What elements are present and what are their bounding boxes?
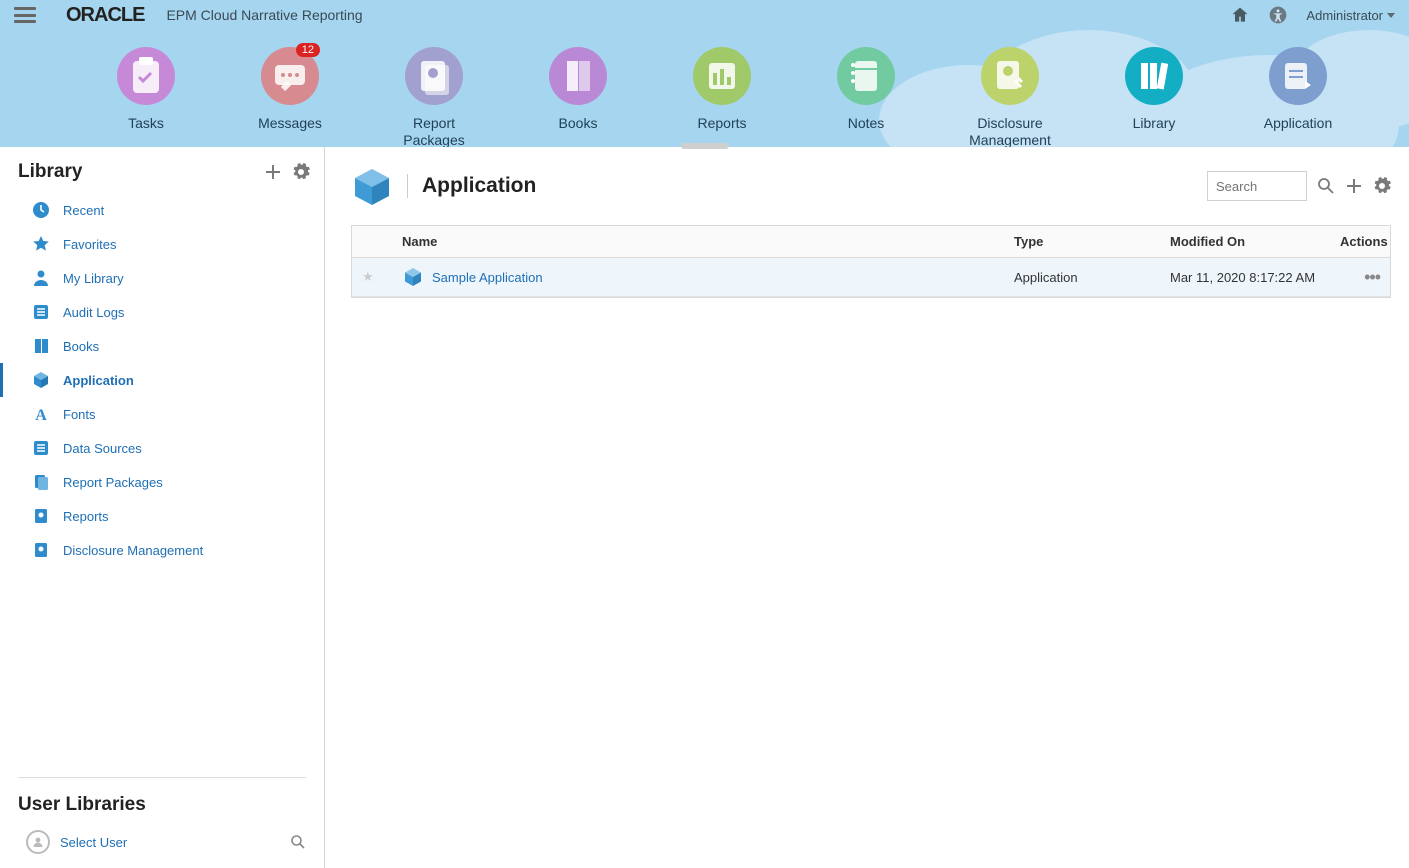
col-name[interactable]: Name xyxy=(392,226,1004,257)
page-icon xyxy=(31,506,51,526)
page-stack-icon xyxy=(31,472,51,492)
user-label: Administrator xyxy=(1306,8,1383,23)
sidebar-item-label: Books xyxy=(63,339,99,354)
avatar-icon xyxy=(26,830,50,854)
lines-icon xyxy=(31,302,51,322)
caret-down-icon xyxy=(1387,13,1395,18)
sidebar-item-label: Fonts xyxy=(63,407,96,422)
top-header: ORACLE EPM Cloud Narrative Reporting Adm… xyxy=(0,0,1409,30)
badge: 12 xyxy=(296,43,320,57)
row-name-link[interactable]: Sample Application xyxy=(432,270,543,285)
sidebar-item-label: Report Packages xyxy=(63,475,163,490)
nav-label: Disclosure Management xyxy=(969,115,1051,147)
favorite-star-icon[interactable]: ★ xyxy=(362,269,374,284)
sidebar-item-application[interactable]: Application xyxy=(0,363,324,397)
hamburger-icon[interactable] xyxy=(14,7,36,23)
page-title: Application xyxy=(407,174,536,198)
table-row[interactable]: ★ Sample Application ApplicationMar 11, 20… xyxy=(352,258,1390,297)
add-icon[interactable] xyxy=(264,163,282,181)
nav-label: Notes xyxy=(848,115,885,132)
nav-library[interactable]: Library xyxy=(1118,47,1190,132)
sidebar-item-label: Reports xyxy=(63,509,109,524)
sidebar-item-label: Disclosure Management xyxy=(63,543,203,558)
nav-books[interactable]: Books xyxy=(542,47,614,132)
search-input[interactable] xyxy=(1207,171,1307,201)
drag-handle[interactable] xyxy=(681,143,729,149)
gear-icon[interactable] xyxy=(292,163,310,181)
col-actions: Actions xyxy=(1330,226,1390,257)
sidebar-item-label: Audit Logs xyxy=(63,305,124,320)
cube-icon xyxy=(351,165,393,207)
sidebar-item-fonts[interactable]: A Fonts xyxy=(0,397,324,431)
sidebar-item-label: Data Sources xyxy=(63,441,142,456)
font-icon: A xyxy=(31,404,51,424)
row-type: Application xyxy=(1004,262,1160,293)
nav-disclosure-management[interactable]: Disclosure Management xyxy=(974,47,1046,147)
nav-application[interactable]: Application xyxy=(1262,47,1334,132)
star-icon xyxy=(31,234,51,254)
accessibility-icon[interactable] xyxy=(1268,5,1288,25)
sidebar: Library Recent Favorites My Library Audit L… xyxy=(0,147,325,868)
sidebar-title: Library xyxy=(18,161,254,183)
top-nav: Tasks12MessagesReport PackagesBooksRepor… xyxy=(0,30,1409,147)
cube-icon xyxy=(31,370,51,390)
nav-tasks[interactable]: Tasks xyxy=(110,47,182,132)
select-user-label: Select User xyxy=(60,835,280,850)
gear-icon[interactable] xyxy=(1373,177,1391,195)
sidebar-item-label: Application xyxy=(63,373,134,388)
user-menu[interactable]: Administrator xyxy=(1306,8,1395,23)
col-type[interactable]: Type xyxy=(1004,226,1160,257)
application-table: Name Type Modified On Actions ★ Sample Ap… xyxy=(351,225,1391,298)
sidebar-item-reports[interactable]: Reports xyxy=(0,499,324,533)
sidebar-item-favorites[interactable]: Favorites xyxy=(0,227,324,261)
nav-notes[interactable]: Notes xyxy=(830,47,902,132)
nav-label: Messages xyxy=(258,115,322,132)
page-icon xyxy=(31,540,51,560)
nav-label: Library xyxy=(1133,115,1176,132)
search-icon[interactable] xyxy=(290,834,306,850)
row-actions-menu[interactable]: ••• xyxy=(1364,267,1380,287)
sidebar-item-label: Favorites xyxy=(63,237,116,252)
sidebar-item-audit-logs[interactable]: Audit Logs xyxy=(0,295,324,329)
select-user[interactable]: Select User xyxy=(0,824,324,868)
nav-label: Application xyxy=(1264,115,1333,132)
clock-icon xyxy=(31,200,51,220)
nav-report-packages[interactable]: Report Packages xyxy=(398,47,470,147)
nav-label: Tasks xyxy=(128,115,164,132)
person-icon xyxy=(31,268,51,288)
app-name-label: EPM Cloud Narrative Reporting xyxy=(166,7,362,23)
sidebar-item-label: My Library xyxy=(63,271,124,286)
sidebar-item-books[interactable]: Books xyxy=(0,329,324,363)
col-modified[interactable]: Modified On xyxy=(1160,226,1330,257)
row-modified: Mar 11, 2020 8:17:22 AM xyxy=(1160,262,1330,293)
sidebar-item-my-library[interactable]: My Library xyxy=(0,261,324,295)
sidebar-item-disclosure-management[interactable]: Disclosure Management xyxy=(0,533,324,567)
table-header: Name Type Modified On Actions xyxy=(352,226,1390,258)
main-panel: Application Name Type Modified On Action… xyxy=(325,147,1409,868)
home-icon[interactable] xyxy=(1230,5,1250,25)
nav-reports[interactable]: Reports xyxy=(686,47,758,132)
add-icon[interactable] xyxy=(1345,177,1363,195)
nav-label: Reports xyxy=(697,115,746,132)
cube-icon xyxy=(402,266,424,288)
user-libraries-title: User Libraries xyxy=(0,784,324,824)
nav-label: Books xyxy=(559,115,598,132)
sidebar-scroll[interactable]: Recent Favorites My Library Audit Logs Books… xyxy=(0,189,324,771)
sidebar-item-recent[interactable]: Recent xyxy=(0,193,324,227)
svg-text:A: A xyxy=(35,407,47,424)
sidebar-item-label: Recent xyxy=(63,203,104,218)
search-icon[interactable] xyxy=(1317,177,1335,195)
book-icon xyxy=(31,336,51,356)
lines-icon xyxy=(31,438,51,458)
nav-messages[interactable]: 12Messages xyxy=(254,47,326,132)
oracle-logo: ORACLE xyxy=(66,4,144,27)
sidebar-item-report-packages[interactable]: Report Packages xyxy=(0,465,324,499)
sidebar-item-data-sources[interactable]: Data Sources xyxy=(0,431,324,465)
sidebar-divider xyxy=(18,777,306,778)
nav-label: Report Packages xyxy=(398,115,470,147)
